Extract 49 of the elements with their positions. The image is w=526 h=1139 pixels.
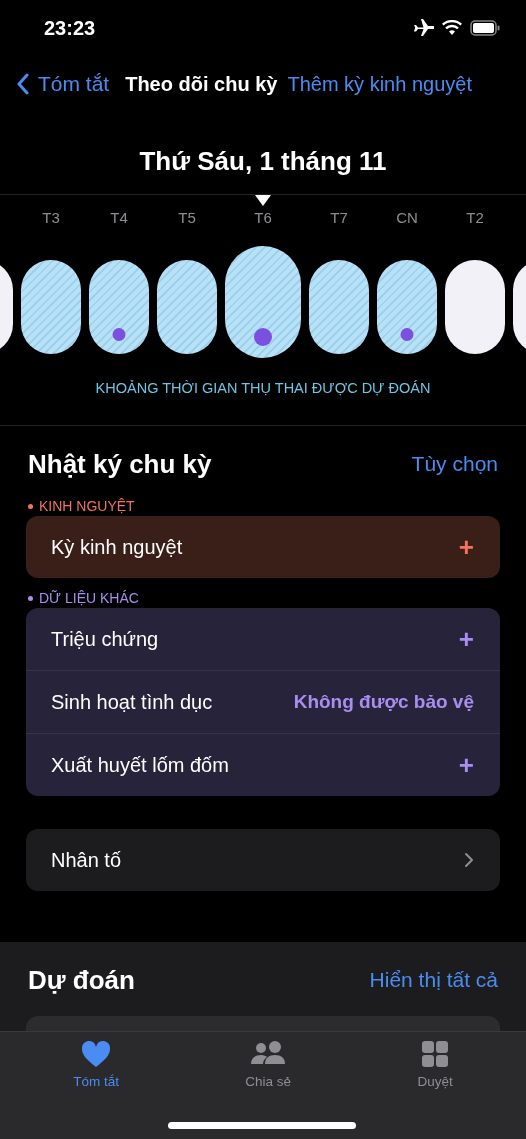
row-value: Không được bảo vệ bbox=[293, 691, 474, 713]
battery-icon bbox=[470, 20, 500, 36]
ovulation-dot bbox=[254, 328, 272, 346]
tab-item[interactable]: Tóm tắt bbox=[63, 1032, 129, 1089]
options-link[interactable]: Tùy chọn bbox=[411, 452, 498, 476]
heart-icon bbox=[81, 1040, 112, 1068]
day-pill[interactable] bbox=[377, 260, 437, 354]
clock-time: 23:23 bbox=[44, 16, 96, 40]
day-label: T2 bbox=[466, 209, 484, 226]
section-title: Dự đoán bbox=[28, 964, 135, 996]
day-label: T6 bbox=[254, 209, 272, 226]
row-label: Triệu chứng bbox=[51, 627, 159, 651]
grid-icon bbox=[420, 1040, 451, 1068]
group-heading: DỮ LIỆU KHÁC bbox=[39, 590, 139, 606]
day-label: T4 bbox=[110, 209, 128, 226]
ovulation-dot bbox=[112, 328, 126, 341]
back-link[interactable]: Tóm tắt bbox=[16, 72, 110, 96]
day-label: CN bbox=[396, 209, 418, 226]
selection-triangle-icon bbox=[255, 195, 271, 207]
chevron-right-icon bbox=[464, 852, 474, 868]
wifi-icon bbox=[442, 20, 462, 36]
row-label: Kỳ kinh nguyệt bbox=[51, 535, 183, 559]
day-pill[interactable] bbox=[309, 260, 369, 354]
ovulation-dot bbox=[400, 328, 414, 341]
factors-row[interactable]: Nhân tố bbox=[26, 829, 500, 891]
legend-caption: KHOẢNG THỜI GIAN THỤ THAI ĐƯỢC DỰ ĐOÁN bbox=[94, 380, 432, 398]
day-label: T3 bbox=[42, 209, 60, 226]
add-button[interactable]: + bbox=[458, 749, 474, 781]
add-button[interactable]: + bbox=[458, 531, 474, 563]
back-chevron-icon bbox=[16, 73, 30, 95]
airplane-icon bbox=[412, 18, 434, 38]
day-pill[interactable] bbox=[89, 260, 149, 354]
day-label: T7 bbox=[330, 209, 348, 226]
group-heading: KINH NGUYỆT bbox=[39, 498, 135, 514]
add-button[interactable]: + bbox=[458, 623, 474, 655]
row-label: Nhân tố bbox=[51, 848, 122, 872]
nav-title: Theo dõi chu kỳ bbox=[125, 72, 278, 96]
day-pill[interactable] bbox=[445, 260, 505, 354]
tab-item[interactable]: Duyệt bbox=[407, 1032, 463, 1089]
row-label: Sinh hoạt tình dục bbox=[51, 690, 213, 714]
day-label: T5 bbox=[178, 209, 196, 226]
section-title: Nhật ký chu kỳ bbox=[28, 448, 212, 480]
row-label: Xuất huyết lốm đốm bbox=[51, 753, 229, 777]
tab-item[interactable]: Chia sẻ bbox=[235, 1032, 302, 1089]
show-all-link[interactable]: Hiển thị tất cả bbox=[369, 968, 498, 992]
date-title: Thứ Sáu, 1 tháng 11 bbox=[138, 146, 388, 178]
day-pill[interactable] bbox=[21, 260, 81, 354]
day-pill[interactable] bbox=[157, 260, 217, 354]
add-period-link[interactable]: Thêm kỳ kinh nguyệt bbox=[287, 72, 472, 96]
